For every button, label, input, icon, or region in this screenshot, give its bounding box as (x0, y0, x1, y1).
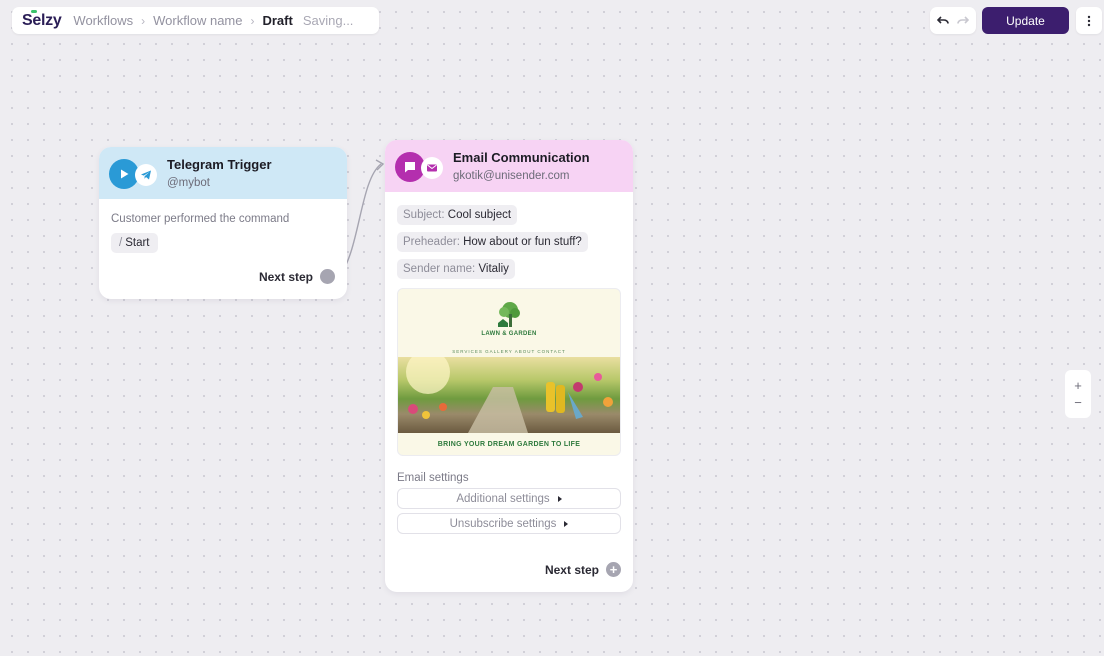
logo-text: Selzy (22, 11, 62, 29)
preview-caption: BRING YOUR DREAM GARDEN TO LIFE (437, 440, 581, 448)
breadcrumb-workflows[interactable]: Workflows (73, 13, 133, 28)
telegram-card-icons (109, 156, 157, 190)
zoom-in-icon[interactable]: + (1074, 378, 1082, 393)
preview-nav: SERVICES GALLERY ABOUT CONTACT (452, 349, 566, 354)
card-title: Email Communication (453, 150, 590, 165)
command-label: Start (125, 237, 150, 249)
email-communication-card[interactable]: Email Communication gkotik@unisender.com… (385, 140, 633, 592)
zoom-controls: + − (1065, 370, 1091, 418)
field-key: Sender name: (403, 263, 476, 275)
sender-name-chip: Sender name: Vitaliy (397, 259, 515, 279)
unsubscribe-settings-button[interactable]: Unsubscribe settings (397, 513, 621, 534)
next-step: Next step + (545, 562, 621, 577)
garden-image (398, 357, 620, 433)
more-options-icon[interactable] (1076, 7, 1102, 34)
caret-right-icon (557, 495, 562, 502)
preview-logo-text: LAWN & GARDEN (481, 331, 537, 337)
add-step-icon[interactable]: + (606, 562, 621, 577)
telegram-icon (135, 164, 157, 186)
card-title: Telegram Trigger (167, 157, 272, 172)
card-subtitle: @mybot (167, 177, 210, 189)
card-subtitle: gkotik@unisender.com (453, 170, 570, 182)
breadcrumb-workflow-name[interactable]: Workflow name (153, 13, 242, 28)
email-preview[interactable]: LAWN & GARDEN SERVICES GALLERY ABOUT CON… (397, 288, 621, 456)
field-key: Subject: (403, 209, 445, 221)
telegram-card-body: Customer performed the command / Start (99, 199, 347, 267)
connection-handle[interactable] (320, 269, 335, 284)
email-card-icons (395, 149, 443, 183)
tree-icon (498, 302, 520, 327)
trigger-description: Customer performed the command (111, 213, 290, 225)
additional-settings-button[interactable]: Additional settings (397, 488, 621, 509)
telegram-card-header: Telegram Trigger @mybot (99, 147, 347, 199)
field-value: Cool subject (447, 209, 512, 221)
breadcrumb: Selzy Workflows › Workflow name › Draft … (12, 7, 379, 34)
zoom-out-icon[interactable]: − (1074, 395, 1082, 410)
command-chip: / Start (111, 233, 158, 253)
field-value: Vitaliy (478, 263, 509, 275)
next-step: Next step (259, 269, 335, 284)
preview-logo: LAWN & GARDEN (398, 289, 620, 349)
next-step-label: Next step (258, 269, 313, 284)
next-step-label: Next step (544, 562, 599, 577)
email-card-body: Subject: Cool subject Preheader: How abo… (385, 192, 633, 547)
field-key: Preheader: (403, 236, 460, 248)
caret-right-icon (564, 520, 569, 527)
save-status: Saving... (302, 13, 354, 28)
command-slash: / (119, 237, 123, 249)
field-value: How about or fun stuff? (463, 236, 582, 248)
selzy-logo[interactable]: Selzy (22, 9, 62, 30)
update-button[interactable]: Update (982, 7, 1069, 34)
breadcrumb-current: Draft (262, 13, 293, 28)
telegram-trigger-card[interactable]: Telegram Trigger @mybot Customer perform… (99, 147, 347, 299)
setting-label: Unsubscribe settings (449, 517, 557, 530)
chevron-right-icon: › (141, 13, 146, 28)
redo-icon[interactable] (956, 14, 970, 28)
chevron-right-icon: › (250, 13, 255, 28)
email-settings-label: Email settings (397, 472, 469, 484)
envelope-icon (421, 157, 443, 179)
setting-label: Additional settings (456, 492, 550, 505)
subject-chip: Subject: Cool subject (397, 205, 518, 225)
history-controls (930, 7, 976, 34)
undo-icon[interactable] (936, 14, 950, 28)
preheader-chip: Preheader: How about or fun stuff? (397, 232, 588, 252)
email-card-header: Email Communication gkotik@unisender.com (385, 140, 633, 192)
